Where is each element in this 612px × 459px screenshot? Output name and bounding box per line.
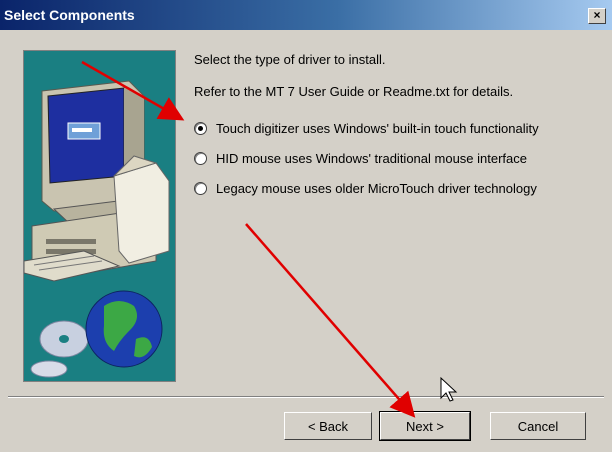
radio-icon[interactable] [194,151,207,165]
cancel-button[interactable]: Cancel [490,412,586,440]
select-components-dialog: Select Components × Select the type of d… [0,0,612,452]
computer-globe-illustration [24,80,170,378]
installer-illustration [23,50,176,382]
option-touch-digitizer[interactable]: Touch digitizer uses Windows' built-in t… [194,119,539,137]
option-hid-mouse[interactable]: HID mouse uses Windows' traditional mous… [194,149,527,167]
close-icon: × [593,8,601,22]
window-title: Select Components [4,7,135,23]
option-label: Legacy mouse uses older MicroTouch drive… [216,180,537,196]
back-button[interactable]: < Back [284,412,372,440]
refer-text: Refer to the MT 7 User Guide or Readme.t… [194,84,514,99]
separator [8,396,604,398]
background-window-strip [0,452,612,459]
next-button[interactable]: Next > [379,411,471,441]
radio-selected-icon[interactable] [194,121,207,135]
option-legacy-mouse[interactable]: Legacy mouse uses older MicroTouch drive… [194,179,537,197]
option-label: HID mouse uses Windows' traditional mous… [216,150,528,166]
radio-icon[interactable] [194,181,207,195]
close-button[interactable]: × [588,8,606,24]
title-bar: Select Components × [0,0,612,30]
instruction-text: Select the type of driver to install. [194,52,386,67]
option-label: Touch digitizer uses Windows' built-in t… [216,120,539,136]
